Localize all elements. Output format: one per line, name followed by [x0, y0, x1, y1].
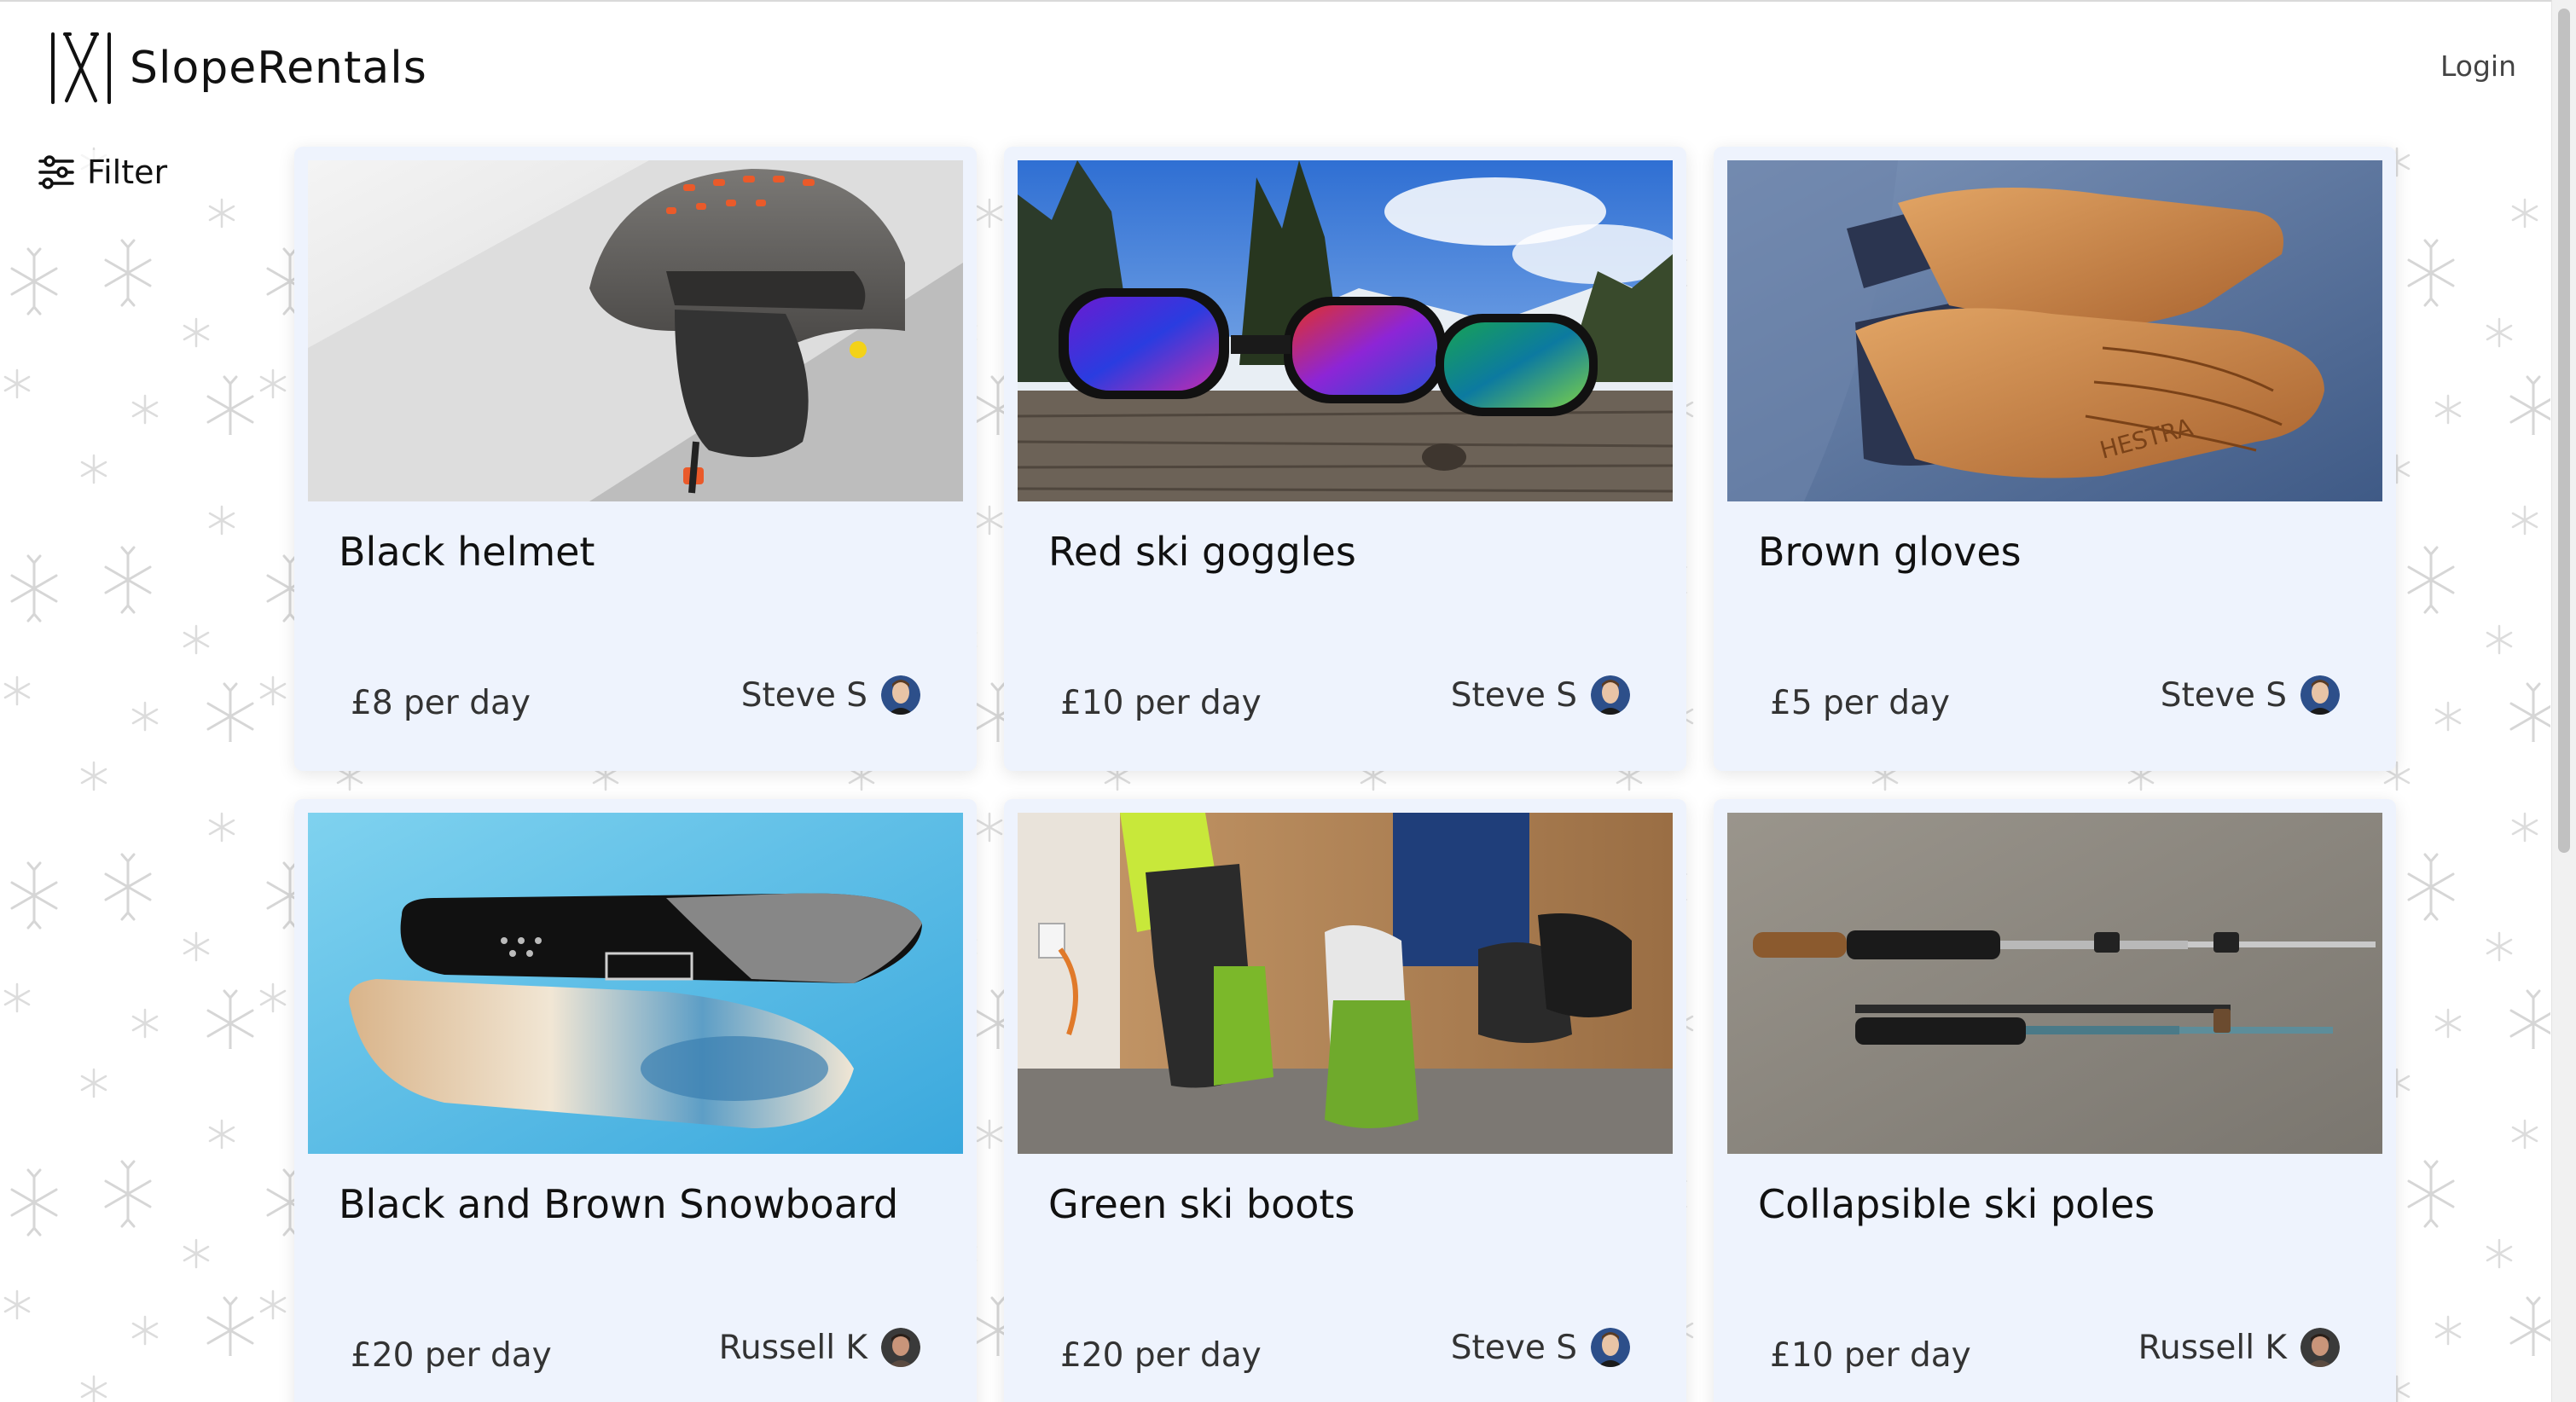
- page-scrollbar[interactable]: [2551, 0, 2576, 1402]
- listing-price: £10 per day: [1060, 684, 1262, 722]
- owner-name: Russell K: [2138, 1328, 2287, 1367]
- top-navbar: SlopeRentals Login: [0, 0, 2576, 128]
- listing-price: £20 per day: [351, 1336, 552, 1375]
- listing-image-poles: [1727, 813, 2382, 1154]
- listing-image-boots: [1018, 813, 1673, 1154]
- listing-image-gloves: HESTRA: [1727, 160, 2382, 501]
- listing-owner[interactable]: Steve S: [741, 675, 920, 715]
- listing-image-helmet: [308, 160, 963, 501]
- listing-owner[interactable]: Steve S: [1451, 1328, 1630, 1367]
- listing-image-snowboard: [308, 813, 963, 1154]
- owner-name: Steve S: [740, 675, 867, 715]
- owner-avatar: [2300, 1328, 2340, 1367]
- brand-name: SlopeRentals: [130, 43, 427, 94]
- owner-avatar: [881, 675, 920, 715]
- listing-image-goggles: [1018, 160, 1673, 501]
- listing-card[interactable]: Black and Brown Snowboard £20 per day Ru…: [294, 799, 977, 1402]
- listing-price: £5 per day: [1770, 684, 1950, 722]
- scrollbar-thumb[interactable]: [2558, 9, 2570, 853]
- listing-title: Black helmet: [339, 529, 595, 575]
- listings-grid: Black helmet £8 per day Steve S Red ski …: [0, 0, 2576, 1402]
- listing-owner[interactable]: Russell K: [2138, 1328, 2340, 1367]
- listing-price: £10 per day: [1770, 1336, 1971, 1375]
- listing-price: £8 per day: [351, 684, 531, 722]
- owner-avatar: [1591, 1328, 1630, 1367]
- filter-label: Filter: [87, 154, 168, 191]
- owner-name: Steve S: [1450, 1328, 1577, 1367]
- owner-avatar: [1591, 675, 1630, 715]
- listing-title: Green ski boots: [1048, 1181, 1355, 1227]
- owner-name: Steve S: [1450, 675, 1577, 715]
- sliders-icon: [38, 155, 74, 189]
- listing-price: £20 per day: [1060, 1336, 1262, 1375]
- listing-title: Brown gloves: [1758, 529, 2022, 575]
- listing-title: Black and Brown Snowboard: [339, 1181, 899, 1227]
- listing-owner[interactable]: Steve S: [2161, 675, 2340, 715]
- owner-avatar: [881, 1328, 920, 1367]
- listing-card[interactable]: Black helmet £8 per day Steve S: [294, 147, 977, 771]
- listing-card[interactable]: HESTRA Brown gloves £5 per day Steve S: [1714, 147, 2396, 771]
- owner-avatar: [2300, 675, 2340, 715]
- listing-title: Red ski goggles: [1048, 529, 1356, 575]
- owner-name: Russell K: [718, 1328, 867, 1367]
- listing-card[interactable]: Red ski goggles £10 per day Steve S: [1004, 147, 1686, 771]
- login-link[interactable]: Login: [2440, 49, 2516, 83]
- owner-name: Steve S: [2160, 675, 2287, 715]
- brand-logo[interactable]: SlopeRentals: [49, 32, 427, 104]
- crossed-skis-icon: [51, 32, 111, 104]
- listing-owner[interactable]: Russell K: [719, 1328, 920, 1367]
- filter-button[interactable]: Filter: [32, 150, 173, 194]
- listing-card[interactable]: Green ski boots £20 per day Steve S: [1004, 799, 1686, 1402]
- listing-owner[interactable]: Steve S: [1451, 675, 1630, 715]
- listing-title: Collapsible ski poles: [1758, 1181, 2155, 1227]
- listing-card[interactable]: Collapsible ski poles £10 per day Russel…: [1714, 799, 2396, 1402]
